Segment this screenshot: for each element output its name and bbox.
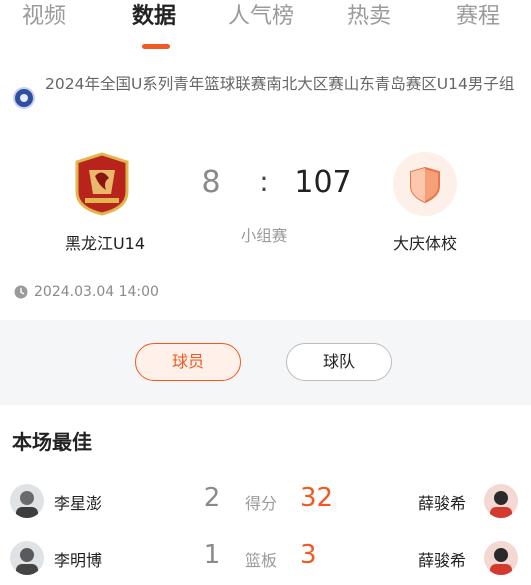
- player-a-name[interactable]: 李星澎: [54, 490, 102, 514]
- stat-label: 得分: [245, 494, 278, 513]
- player-a-value: 1: [203, 540, 221, 570]
- match-stage: 小组赛: [240, 227, 288, 245]
- avatar[interactable]: [10, 484, 44, 518]
- player-b-value: 32: [300, 483, 334, 513]
- team-b-score: 107: [294, 165, 352, 200]
- league-title: 2024年全国U系列青年篮球联赛南北大区赛山东青岛赛区U14男子组: [45, 75, 515, 93]
- view-toggle-band: [0, 320, 531, 405]
- tab-video[interactable]: 视频: [22, 2, 66, 32]
- avatar[interactable]: [484, 484, 518, 518]
- score-separator: :: [259, 165, 269, 198]
- top-tab-bar: 视频 数据 人气榜 热卖 赛程: [0, 0, 531, 56]
- player-a-name[interactable]: 李明博: [54, 547, 102, 571]
- stat-label: 篮板: [245, 551, 278, 570]
- active-tab-indicator: [142, 44, 170, 49]
- player-b-value: 3: [300, 540, 317, 570]
- team-toggle-button[interactable]: 球队: [286, 343, 392, 381]
- player-a-value: 2: [203, 483, 221, 513]
- team-b-logo[interactable]: [393, 152, 457, 216]
- match-time: 2024.03.04 14:00: [14, 282, 159, 302]
- tab-schedule[interactable]: 赛程: [456, 2, 500, 32]
- league-logo-icon: [13, 87, 35, 109]
- team-b-name[interactable]: 大庆体校: [380, 230, 470, 254]
- avatar[interactable]: [484, 541, 518, 575]
- avatar[interactable]: [10, 541, 44, 575]
- clock-icon: [14, 285, 28, 299]
- best-row-rebounds[interactable]: 李明博 1 篮板 3 薛骏希: [0, 540, 531, 585]
- best-row-points[interactable]: 李星澎 2 得分 32 薛骏希: [0, 483, 531, 528]
- team-a-logo[interactable]: [73, 152, 131, 216]
- player-b-name[interactable]: 薛骏希: [418, 490, 466, 514]
- player-b-name[interactable]: 薛骏希: [418, 547, 466, 571]
- tab-popularity[interactable]: 人气榜: [228, 2, 294, 32]
- best-section-title: 本场最佳: [12, 430, 92, 454]
- team-a-score: 8: [201, 165, 221, 200]
- team-a-name[interactable]: 黑龙江U14: [60, 230, 150, 254]
- tab-data[interactable]: 数据: [132, 2, 176, 32]
- match-datetime: 2024.03.04 14:00: [34, 284, 159, 300]
- tab-hot-sale[interactable]: 热卖: [347, 2, 391, 32]
- players-toggle-button[interactable]: 球员: [135, 343, 241, 381]
